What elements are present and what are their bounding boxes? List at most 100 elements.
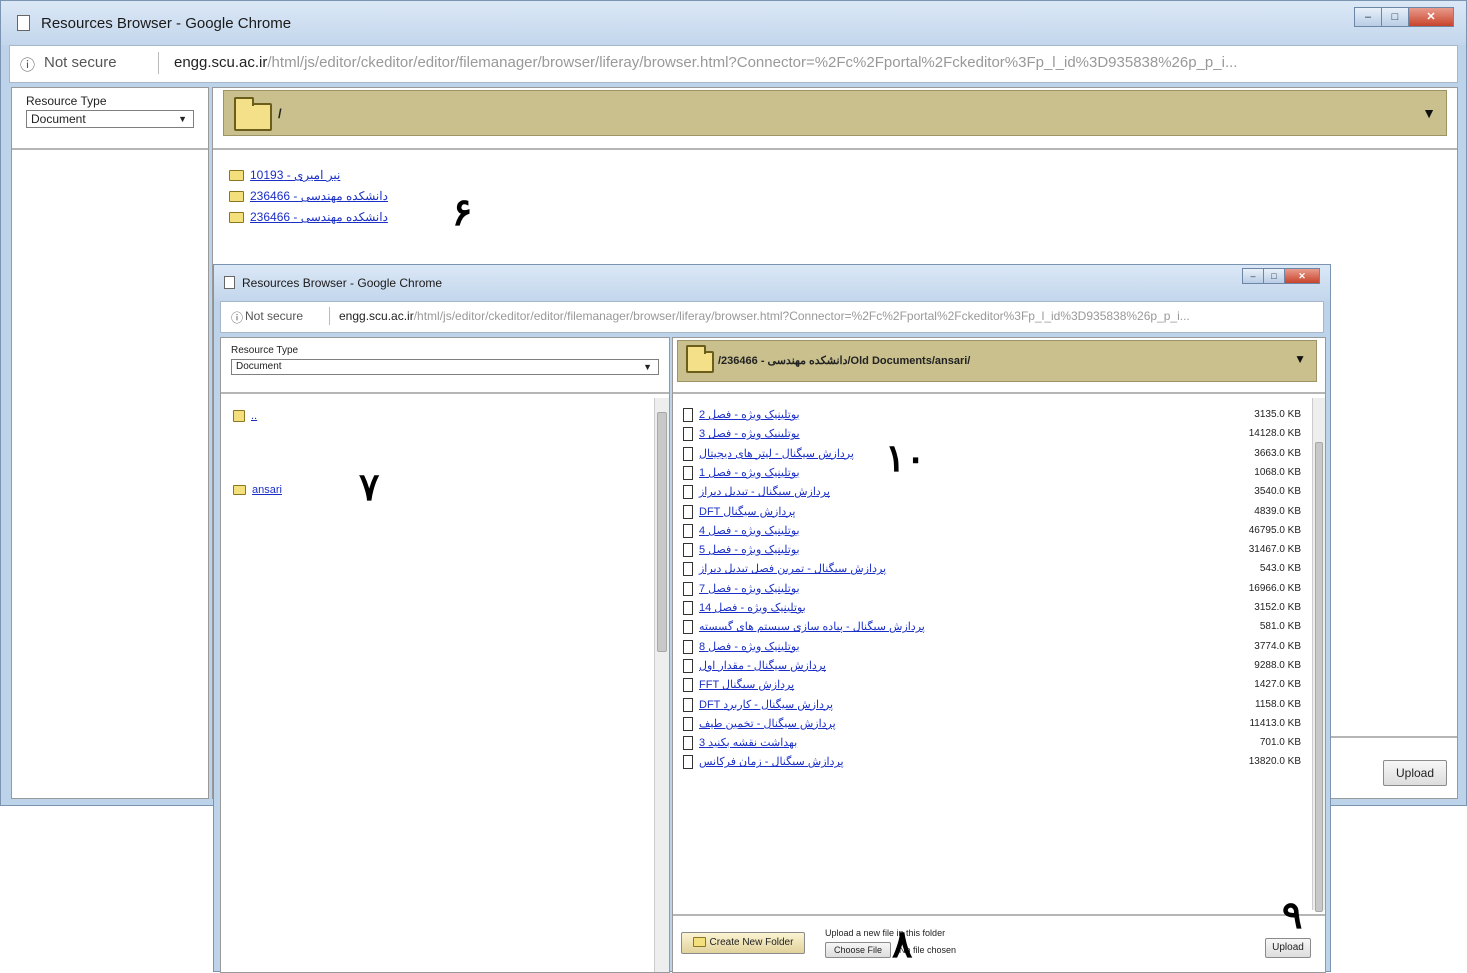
up-folder-link[interactable]: .. bbox=[251, 410, 257, 422]
list-item[interactable]: نیر امیری - 10193 bbox=[229, 168, 340, 182]
list-item[interactable]: ansari bbox=[233, 484, 282, 496]
file-link[interactable]: بهداشت نقشه بکنید 3 bbox=[699, 736, 797, 749]
chevron-down-icon[interactable]: ▼ bbox=[1294, 352, 1306, 366]
file-link[interactable]: بوتلینیک ویژه - فصل 3 bbox=[699, 427, 800, 440]
file-link[interactable]: بوتلینیک ویژه - فصل 14 bbox=[699, 601, 806, 614]
scrollbar[interactable] bbox=[1312, 398, 1325, 912]
file-link[interactable]: بوتلینیک ویژه - فصل 5 bbox=[699, 543, 800, 556]
table-row[interactable]: بوتلینیک ویژه - فصل 2 3135.0 KB bbox=[683, 406, 1301, 425]
scrollbar-thumb[interactable] bbox=[1315, 442, 1323, 912]
file-icon bbox=[683, 658, 693, 673]
folder-icon bbox=[234, 97, 272, 131]
table-row[interactable]: پردازش سیگنال - تخمین طیف 11413.0 KB bbox=[683, 715, 1301, 734]
resource-type-value: Document bbox=[236, 361, 282, 372]
file-icon bbox=[683, 601, 693, 615]
url-path: /html/js/editor/ckeditor/editor/filemana… bbox=[267, 54, 1238, 71]
table-row[interactable]: پردازش سیگنال - پیاده سازی سیستم های گسس… bbox=[683, 618, 1301, 637]
title-bar[interactable]: Resources Browser - Google Chrome – □ ✕ bbox=[214, 265, 1330, 301]
file-link[interactable]: پردازش سیگنال - پیاده سازی سیستم های گسس… bbox=[699, 620, 925, 633]
file-link[interactable]: DFT پردازش سیگنال bbox=[699, 505, 795, 518]
resource-type-select[interactable]: Document ▼ bbox=[26, 110, 194, 128]
url-text[interactable]: engg.scu.ac.ir/html/js/editor/ckeditor/e… bbox=[339, 309, 1303, 323]
up-folder-item[interactable]: .. bbox=[233, 410, 257, 422]
folder-icon bbox=[229, 190, 244, 202]
upload-button[interactable]: Upload bbox=[1265, 938, 1311, 958]
info-icon[interactable]: ⓘ bbox=[20, 54, 35, 75]
title-bar[interactable]: Resources Browser - Google Chrome – □ ✕ bbox=[1, 1, 1466, 45]
table-row[interactable]: بهداشت نقشه بکنید 3 701.0 KB bbox=[683, 734, 1301, 753]
scrollbar[interactable] bbox=[654, 398, 669, 972]
resource-type-label: Resource Type bbox=[26, 94, 107, 108]
minimize-icon[interactable]: – bbox=[1242, 268, 1264, 284]
file-size: 13820.0 KB bbox=[1248, 756, 1301, 768]
url-host: engg.scu.ac.ir bbox=[339, 309, 414, 323]
table-row[interactable]: بوتلینیک ویژه - فصل 7 16966.0 KB bbox=[683, 580, 1301, 599]
file-link[interactable]: DFT پردازش سیگنال - کاربرد bbox=[699, 698, 833, 711]
table-row[interactable]: پردازش سیگنال - زمان فرکانس 13820.0 KB bbox=[683, 753, 1301, 772]
url-text[interactable]: engg.scu.ac.ir/html/js/editor/ckeditor/e… bbox=[174, 54, 1437, 71]
file-link[interactable]: پردازش سیگنال - تمرین فصل تبدیل دیراز bbox=[699, 562, 886, 575]
resource-type-value: Document bbox=[31, 112, 86, 126]
address-bar[interactable]: ⓘ Not secure engg.scu.ac.ir/html/js/edit… bbox=[220, 301, 1324, 333]
file-icon bbox=[683, 543, 693, 558]
chevron-down-icon[interactable]: ▼ bbox=[1422, 105, 1436, 121]
annotation-number: ۹ bbox=[1282, 895, 1303, 937]
table-row[interactable]: بوتلینیک ویژه - فصل 5 31467.0 KB bbox=[683, 541, 1301, 560]
info-icon[interactable]: ⓘ bbox=[231, 309, 243, 326]
list-item[interactable]: دانشکده مهندسی - 236466 bbox=[229, 210, 388, 224]
address-bar[interactable]: ⓘ Not secure engg.scu.ac.ir/html/js/edit… bbox=[9, 45, 1458, 83]
upload-button[interactable]: Upload bbox=[1383, 760, 1447, 786]
file-link[interactable]: بوتلینیک ویژه - فصل 1 bbox=[699, 466, 800, 479]
resource-type-select[interactable]: Document ▼ bbox=[231, 359, 659, 375]
table-row[interactable]: بوتلینیک ویژه - فصل 8 3774.0 KB bbox=[683, 638, 1301, 657]
file-link[interactable]: پردازش سیگنال - لیتر های دیجیتال bbox=[699, 447, 854, 460]
divider bbox=[213, 148, 1457, 150]
file-icon bbox=[683, 446, 693, 461]
table-row[interactable]: بوتلینیک ویژه - فصل 1 1068.0 KB bbox=[683, 464, 1301, 483]
file-link[interactable]: بوتلینیک ویژه - فصل 4 bbox=[699, 524, 800, 537]
file-icon bbox=[683, 736, 693, 751]
table-row[interactable]: DFT پردازش سیگنال - کاربرد 1158.0 KB bbox=[683, 696, 1301, 715]
maximize-icon[interactable]: □ bbox=[1381, 7, 1409, 27]
folder-link[interactable]: ansari bbox=[252, 484, 282, 496]
current-folder-bar[interactable]: / ▼ bbox=[223, 90, 1447, 136]
folder-icon bbox=[686, 345, 714, 373]
minimize-icon[interactable]: – bbox=[1354, 7, 1382, 27]
file-link[interactable]: پردازش سیگنال - مقدار اول bbox=[699, 659, 826, 672]
table-row[interactable]: DFT پردازش سیگنال 4839.0 KB bbox=[683, 503, 1301, 522]
file-icon bbox=[683, 504, 693, 519]
current-folder-bar[interactable]: /236466 - دانشکده مهندسی/Old Documents/a… bbox=[677, 340, 1317, 382]
table-row[interactable]: پردازش سیگنال - تمرین فصل تبدیل دیراز 543… bbox=[683, 560, 1301, 579]
file-link[interactable]: بوتلینیک ویژه - فصل 8 bbox=[699, 640, 800, 653]
security-status[interactable]: Not secure bbox=[44, 54, 117, 71]
folder-link[interactable]: دانشکده مهندسی - 236466 bbox=[250, 210, 388, 224]
table-row[interactable]: پردازش سیگنال - مقدار اول 9288.0 KB bbox=[683, 657, 1301, 676]
list-item[interactable]: دانشکده مهندسی - 236466 bbox=[229, 189, 388, 203]
file-link[interactable]: بوتلینیک ویژه - فصل 7 bbox=[699, 582, 800, 595]
folder-icon bbox=[692, 937, 706, 948]
table-row[interactable]: پردازش سیگنال - لیتر های دیجیتال 3663.0 K… bbox=[683, 445, 1301, 464]
choose-file-button[interactable]: Choose File bbox=[825, 942, 891, 958]
table-row[interactable]: بوتلینیک ویژه - فصل 4 46795.0 KB bbox=[683, 522, 1301, 541]
table-row[interactable]: بوتلینیک ویژه - فصل 3 14128.0 KB bbox=[683, 425, 1301, 444]
close-icon[interactable]: ✕ bbox=[1408, 7, 1454, 27]
folder-link[interactable]: دانشکده مهندسی - 236466 bbox=[250, 189, 388, 203]
scrollbar-thumb[interactable] bbox=[657, 412, 667, 652]
table-row[interactable]: FFT پردازش سیگنال 1427.0 KB bbox=[683, 676, 1301, 695]
file-size: 1068.0 KB bbox=[1254, 466, 1301, 478]
front-browser-window: Resources Browser - Google Chrome – □ ✕ … bbox=[213, 264, 1331, 973]
divider bbox=[673, 914, 1325, 916]
folder-link[interactable]: نیر امیری - 10193 bbox=[250, 168, 340, 182]
file-link[interactable]: پردازش سیگنال - زمان فرکانس bbox=[699, 755, 844, 768]
table-row[interactable]: بوتلینیک ویژه - فصل 14 3152.0 KB bbox=[683, 599, 1301, 618]
file-link[interactable]: پردازش سیگنال - تخمین طیف bbox=[699, 717, 836, 730]
close-icon[interactable]: ✕ bbox=[1284, 268, 1320, 284]
file-link[interactable]: FFT پردازش سیگنال bbox=[699, 678, 794, 691]
table-row[interactable]: پردازش سیگنال - تبدیل دیراز 3540.0 KB bbox=[683, 483, 1301, 502]
maximize-icon[interactable]: □ bbox=[1263, 268, 1285, 284]
file-link[interactable]: بوتلینیک ویژه - فصل 2 bbox=[699, 408, 800, 421]
create-folder-button[interactable]: Create New Folder bbox=[681, 932, 805, 954]
file-link[interactable]: پردازش سیگنال - تبدیل دیراز bbox=[699, 485, 830, 498]
file-icon bbox=[683, 755, 693, 770]
security-status[interactable]: Not secure bbox=[245, 309, 303, 323]
